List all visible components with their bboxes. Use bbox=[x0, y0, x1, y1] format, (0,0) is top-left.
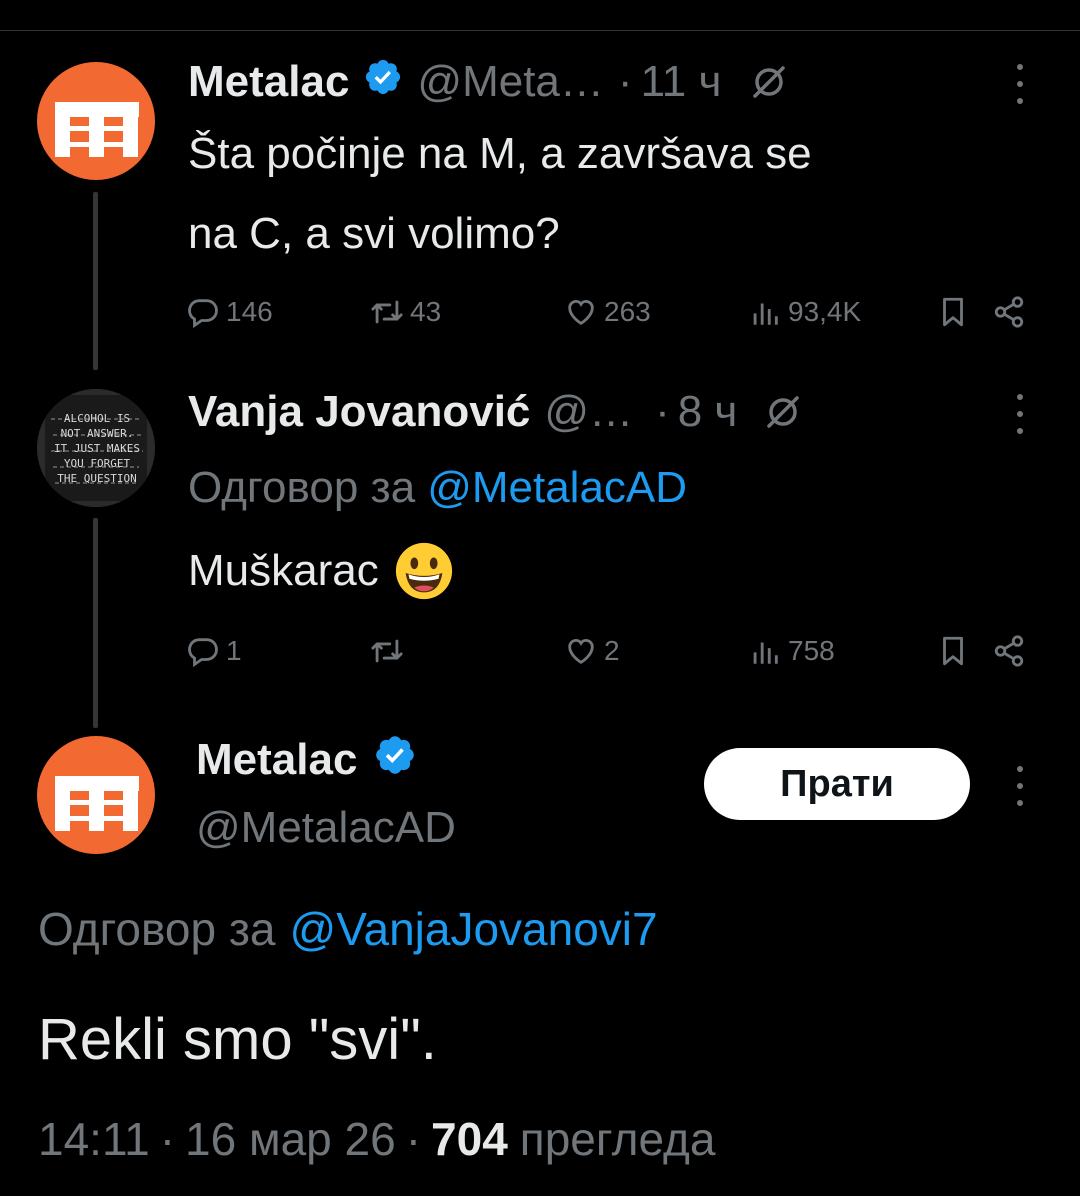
views-icon bbox=[753, 303, 778, 325]
views-count: 758 bbox=[788, 635, 835, 666]
reply-count: 146 bbox=[226, 296, 273, 327]
thread-line bbox=[93, 518, 98, 728]
metalac-avatar[interactable] bbox=[37, 62, 155, 180]
tweet-time[interactable]: 14:11 bbox=[38, 1112, 150, 1166]
more-icon[interactable] bbox=[1010, 64, 1030, 104]
tweet-time[interactable]: 11 ч bbox=[641, 57, 722, 107]
views-button[interactable]: 93,4K bbox=[748, 295, 861, 329]
avatar-chalk-line: THE QUESTION bbox=[57, 472, 137, 485]
separator-dot: · bbox=[617, 57, 633, 106]
reply-to-handle[interactable]: @VanjaJovanovi7 bbox=[290, 902, 658, 956]
reply-context: Одговор за @VanjaJovanovi7 bbox=[38, 900, 658, 958]
like-button[interactable]: 263 bbox=[564, 295, 651, 329]
views-label[interactable]: прегледа bbox=[520, 1112, 716, 1166]
bookmark-button[interactable] bbox=[936, 634, 976, 668]
avatar-chalk-line: NOT ANSWER. bbox=[60, 427, 134, 440]
separator-dot: · bbox=[405, 1113, 422, 1165]
like-count: 263 bbox=[604, 296, 651, 327]
main-author-row: Metalac bbox=[196, 732, 417, 788]
main-handle-row: @MetalacAD bbox=[196, 800, 456, 856]
views-count: 704 bbox=[431, 1113, 508, 1165]
reply-count: 1 bbox=[226, 635, 242, 666]
tweet-time[interactable]: 8 ч bbox=[678, 387, 738, 437]
avatar-chalk-line: ALCOHOL IS bbox=[63, 412, 131, 425]
separator-dot: · bbox=[159, 1113, 176, 1165]
separator-dot: · bbox=[655, 387, 670, 436]
verified-badge-icon bbox=[373, 733, 417, 788]
reply-to-prefix: Одговор за bbox=[188, 463, 416, 512]
author-handle[interactable]: @MetalacAD bbox=[196, 803, 456, 853]
reply-context: Одговор за @MetalacAD bbox=[188, 460, 687, 516]
bookmark-icon bbox=[943, 297, 963, 327]
views-count: 93,4K bbox=[788, 296, 862, 327]
views-button[interactable]: 758 bbox=[748, 634, 835, 668]
retweet-button[interactable]: 43 bbox=[370, 295, 441, 329]
author-name[interactable]: Vanja Jovanović bbox=[188, 387, 530, 437]
verified-badge-icon bbox=[363, 57, 403, 108]
retweet-count: 43 bbox=[410, 296, 442, 327]
retweet-button[interactable] bbox=[370, 634, 410, 668]
like-icon bbox=[568, 638, 594, 664]
tweet1-actions: 146 43 263 93,4K bbox=[186, 295, 1036, 335]
share-icon bbox=[994, 296, 1024, 328]
reply-icon bbox=[188, 638, 218, 668]
top-divider bbox=[0, 30, 1080, 31]
metalac-avatar[interactable] bbox=[37, 736, 155, 854]
vanja-avatar[interactable]: ALCOHOL IS NOT ANSWER. IT JUST MAKES YOU… bbox=[37, 389, 155, 507]
metalac-logo-icon bbox=[55, 776, 139, 831]
main-tweet-text: Rekli smo "svi". bbox=[38, 1004, 437, 1074]
tweet-date[interactable]: 16 мар 26 bbox=[185, 1112, 396, 1166]
like-button[interactable]: 2 bbox=[564, 634, 620, 668]
avatar-chalk-line: YOU FORGET bbox=[63, 457, 131, 470]
author-handle[interactable]: @Meta… bbox=[417, 57, 603, 107]
tweet-text-line: Šta počinje na M, a završava se bbox=[188, 129, 812, 178]
bookmark-icon bbox=[943, 636, 963, 666]
views-icon bbox=[753, 642, 778, 664]
tweet-text-body: Rekli smo "svi". bbox=[38, 1006, 437, 1072]
metalac-logo-icon bbox=[55, 102, 139, 157]
reply-to-prefix: Одговор за bbox=[38, 903, 276, 955]
author-name[interactable]: Metalac bbox=[196, 735, 357, 785]
retweet-icon bbox=[371, 639, 403, 663]
share-icon bbox=[994, 635, 1024, 667]
more-icon[interactable] bbox=[1010, 394, 1030, 434]
share-button[interactable] bbox=[992, 634, 1032, 668]
tweet2-header: Vanja Jovanović @… · 8 ч bbox=[188, 384, 803, 440]
grok-icon[interactable] bbox=[749, 62, 789, 102]
more-icon[interactable] bbox=[1010, 766, 1030, 806]
grinning-emoji bbox=[393, 540, 455, 602]
grok-icon[interactable] bbox=[763, 392, 803, 432]
reply-to-handle[interactable]: @MetalacAD bbox=[427, 463, 687, 513]
reply-button[interactable]: 146 bbox=[186, 295, 273, 329]
tweet-text-line: na C, a svi volimo? bbox=[188, 209, 560, 258]
tweet2-actions: 1 2 758 bbox=[186, 634, 1036, 674]
like-icon bbox=[568, 299, 594, 325]
tweet-text: Šta počinje na M, a završava se na C, a … bbox=[188, 126, 812, 262]
tweet-text-body: Muškarac bbox=[188, 546, 379, 595]
thread-line bbox=[93, 192, 98, 370]
author-handle[interactable]: @… bbox=[544, 387, 633, 437]
bookmark-button[interactable] bbox=[936, 295, 976, 329]
reply-button[interactable]: 1 bbox=[186, 634, 242, 668]
author-name[interactable]: Metalac bbox=[188, 57, 349, 107]
tweet1-header: Metalac @Meta… · 11 ч bbox=[188, 54, 789, 110]
reply-icon bbox=[188, 299, 218, 329]
follow-button[interactable]: Прати bbox=[704, 748, 970, 820]
retweet-icon bbox=[371, 300, 403, 324]
like-count: 2 bbox=[604, 635, 620, 666]
share-button[interactable] bbox=[992, 295, 1032, 329]
tweet-meta: 14:11 · 16 мар 26 · 704 прегледа bbox=[38, 1110, 715, 1168]
avatar-chalk-line: IT JUST MAKES bbox=[53, 442, 141, 455]
tweet-text: Muškarac bbox=[188, 541, 455, 601]
